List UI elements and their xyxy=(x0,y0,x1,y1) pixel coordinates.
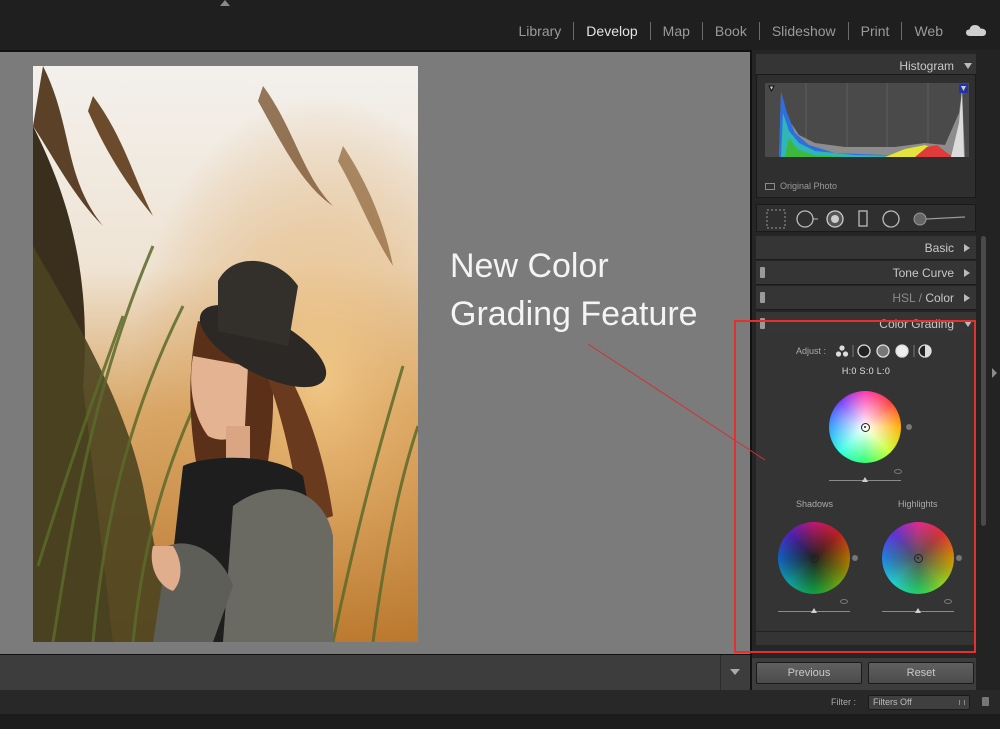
right-panel: Histogram Original Photo Basic Tone Curv… xyxy=(750,50,976,690)
module-map[interactable]: Map xyxy=(651,22,702,40)
original-photo-label: Original Photo xyxy=(765,181,837,191)
color-grading-panel: Adjust : H:0 S:0 L:0 Shadows Highlights xyxy=(756,333,976,645)
tab-separator: / xyxy=(915,291,926,305)
eye-icon[interactable] xyxy=(894,469,902,474)
basic-title: Basic xyxy=(924,241,954,255)
color-grading-title: Color Grading xyxy=(879,317,954,331)
collapse-triangle-icon xyxy=(964,321,972,327)
histogram-box: Original Photo xyxy=(756,74,976,198)
original-photo-icon xyxy=(765,182,775,190)
image-canvas[interactable]: New Color Grading Feature xyxy=(0,50,750,654)
shadows-saturation-knob[interactable] xyxy=(852,555,858,561)
hsl-color-title: HSL / Color xyxy=(892,291,954,305)
graduated-filter-icon[interactable] xyxy=(858,210,868,227)
wheel-center-handle[interactable] xyxy=(913,553,923,563)
expand-triangle-icon xyxy=(964,294,970,302)
annotation-line-2: Grading Feature xyxy=(450,295,698,333)
highlights-label: Highlights xyxy=(898,499,938,509)
filter-select[interactable]: Filters Off xyxy=(868,695,970,710)
tone-curve-panel-header[interactable]: Tone Curve xyxy=(756,261,976,285)
spot-removal-icon[interactable] xyxy=(796,210,818,228)
module-print[interactable]: Print xyxy=(849,22,902,40)
annotation-line-1: New Color xyxy=(450,247,609,285)
bottom-bar: Filter : Filters Off xyxy=(0,690,1000,729)
panel-scroll-track xyxy=(976,50,1000,690)
histogram-graph xyxy=(765,83,969,157)
shadows-mode-icon[interactable] xyxy=(857,344,871,358)
lock-icon[interactable] xyxy=(982,697,989,706)
previous-button[interactable]: Previous xyxy=(756,662,862,684)
eye-icon[interactable] xyxy=(944,599,952,604)
crop-overlay-icon[interactable] xyxy=(766,209,786,229)
hsl-color-panel-header[interactable]: HSL / Color xyxy=(756,286,976,310)
shadows-label: Shadows xyxy=(796,499,834,509)
annotation-text: New Color Grading Feature xyxy=(450,242,698,338)
module-picker-bar: Library Develop Map Book Slideshow Print… xyxy=(0,0,1000,50)
shadows-color-wheel[interactable] xyxy=(778,522,850,594)
module-web[interactable]: Web xyxy=(902,22,955,40)
radial-filter-icon[interactable] xyxy=(882,210,900,228)
adjust-row: Adjust : xyxy=(796,343,944,359)
filmstrip-filter-bar: Filter : Filters Off xyxy=(0,690,1000,714)
hsl-readout: H:0 S:0 L:0 xyxy=(841,366,891,376)
reset-button[interactable]: Reset xyxy=(868,662,974,684)
slider-thumb[interactable] xyxy=(811,608,817,613)
module-picker: Library Develop Map Book Slideshow Print… xyxy=(507,22,956,40)
tool-strip xyxy=(756,204,976,232)
tone-curve-title: Tone Curve xyxy=(892,266,954,280)
module-slideshow[interactable]: Slideshow xyxy=(760,22,848,40)
panel-buttons: Previous Reset xyxy=(750,658,976,690)
module-develop[interactable]: Develop xyxy=(574,22,649,40)
wheel-center-handle[interactable] xyxy=(809,553,819,563)
slider-thumb[interactable] xyxy=(915,608,921,613)
expand-triangle-icon xyxy=(964,244,970,252)
eye-icon[interactable] xyxy=(840,599,848,604)
three-way-mode-icon[interactable] xyxy=(835,345,849,357)
slider-thumb[interactable] xyxy=(862,477,868,482)
global-mode-icon[interactable] xyxy=(918,344,932,358)
highlights-mode-icon[interactable] xyxy=(895,344,909,358)
highlights-saturation-knob[interactable] xyxy=(956,555,962,561)
module-book[interactable]: Book xyxy=(703,22,759,40)
panel-scrollbar-thumb[interactable] xyxy=(981,236,986,526)
midtones-luminance-slider[interactable] xyxy=(829,477,901,482)
panel-divider xyxy=(756,631,976,632)
tool-strip-icons xyxy=(766,209,966,229)
panel-switch-icon[interactable] xyxy=(760,267,765,278)
midtones-saturation-knob[interactable] xyxy=(906,424,912,430)
adjust-mode-icons xyxy=(835,344,932,358)
basic-panel-header[interactable]: Basic xyxy=(756,236,976,260)
panel-switch-icon[interactable] xyxy=(760,292,765,303)
red-eye-icon[interactable] xyxy=(826,210,844,228)
color-tab[interactable]: Color xyxy=(925,291,954,305)
adjustment-brush-icon[interactable] xyxy=(913,212,966,226)
module-library[interactable]: Library xyxy=(507,22,574,40)
shadows-luminance-slider[interactable] xyxy=(778,608,850,613)
hsl-tab[interactable]: HSL xyxy=(892,291,915,305)
photo-preview xyxy=(33,66,418,642)
panel-switch-icon[interactable] xyxy=(760,318,765,329)
filter-label: Filter : xyxy=(830,697,856,707)
right-panel-toggle-icon[interactable] xyxy=(992,368,997,378)
midtones-color-wheel[interactable] xyxy=(829,391,901,463)
original-photo-text: Original Photo xyxy=(780,181,838,191)
panel-collapse-caret[interactable] xyxy=(220,0,230,6)
expand-triangle-icon xyxy=(964,269,970,277)
midtones-mode-icon[interactable] xyxy=(876,344,890,358)
collapse-triangle-icon xyxy=(964,63,972,69)
highlights-color-wheel[interactable] xyxy=(882,522,954,594)
wheel-center-handle[interactable] xyxy=(860,422,870,432)
histogram-title: Histogram xyxy=(899,59,954,73)
toolbar-menu-toggle[interactable] xyxy=(720,655,750,691)
adjust-label: Adjust : xyxy=(796,346,827,356)
toolbar xyxy=(0,654,750,691)
highlights-luminance-slider[interactable] xyxy=(882,608,954,613)
cloud-icon[interactable] xyxy=(966,24,986,36)
